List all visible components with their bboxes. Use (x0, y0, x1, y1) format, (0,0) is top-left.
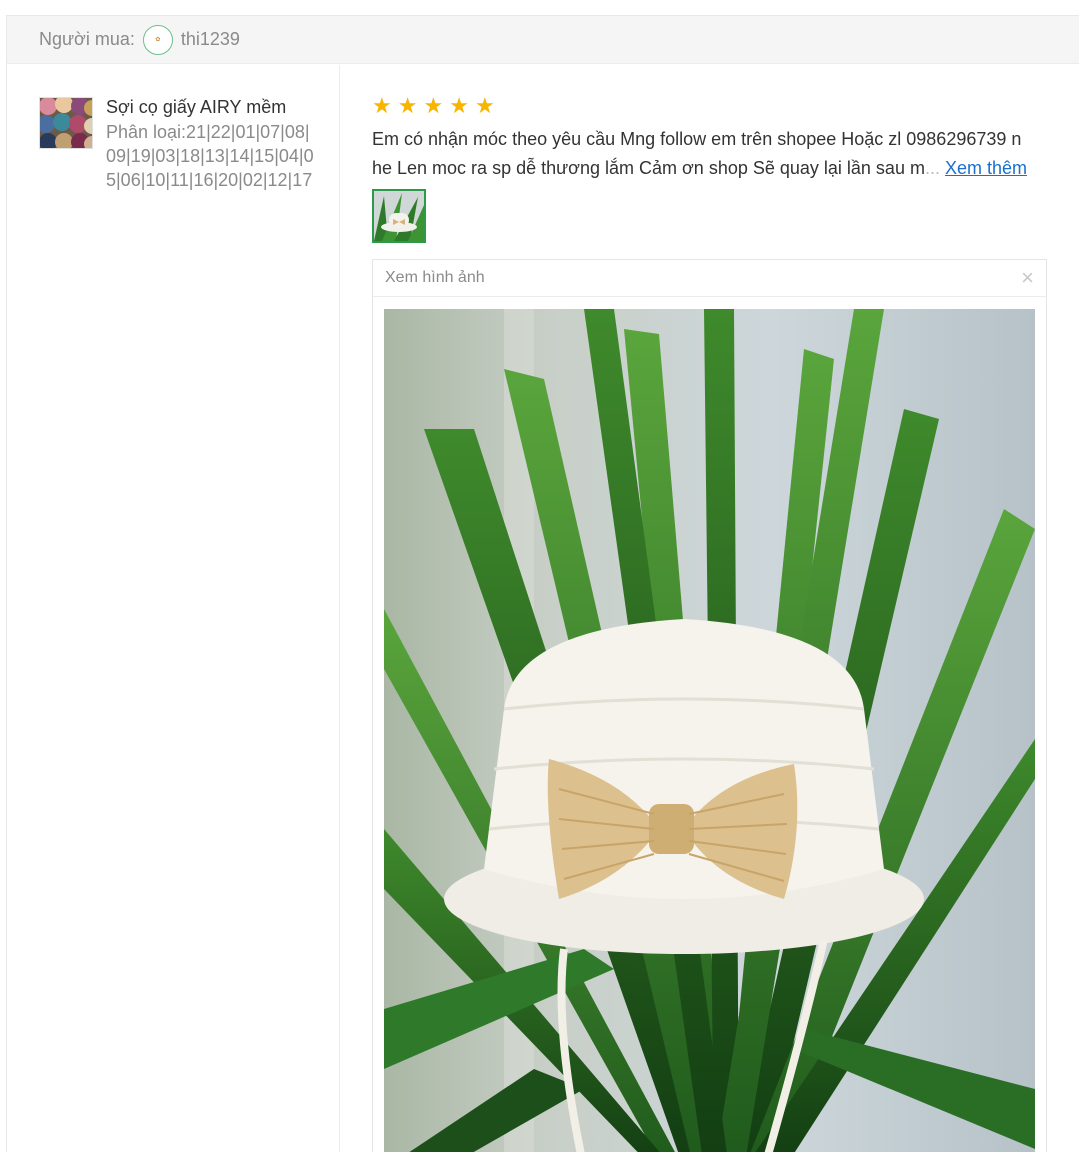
review-image-large (384, 309, 1035, 1152)
review-text: Em có nhận móc theo yêu cầu Mng follow e… (372, 125, 1048, 183)
review-line-2-wrap: he Len moc ra sp dễ thương lắm Cảm ơn sh… (372, 154, 1048, 183)
image-viewer-header: Xem hình ảnh × (373, 260, 1046, 297)
star-icon: ★ (449, 93, 469, 118)
buyer-label: Người mua: (39, 29, 135, 49)
hat-photo-icon (384, 309, 1035, 1152)
product-column: Sợi cọ giấy AIRY mềm Phân loại:21|22|01|… (7, 65, 340, 1152)
review-header: Người mua: ✿ thi1239 (7, 16, 1079, 64)
star-icon: ★ (474, 93, 495, 118)
review-line-2: he Len moc ra sp dễ thương lắm Cảm ơn sh… (372, 158, 925, 178)
close-icon[interactable]: × (1021, 267, 1034, 289)
star-icon: ★ (397, 93, 418, 118)
avatar-logo-icon: ✿ (155, 36, 161, 43)
star-icon: ★ (372, 93, 392, 118)
product-title[interactable]: Sợi cọ giấy AIRY mềm (106, 97, 326, 118)
product-thumbnail[interactable] (39, 97, 93, 149)
star-icon: ★ (423, 93, 444, 118)
buyer-username[interactable]: thi1239 (181, 29, 240, 50)
review-line-1: Em có nhận móc theo yêu cầu Mng follow e… (372, 129, 1022, 149)
review-card: Người mua: ✿ thi1239 Sợi cọ giấy AIRY mề (6, 15, 1079, 1152)
image-viewer: Xem hình ảnh × (372, 259, 1047, 1152)
see-more-link[interactable]: Xem thêm (945, 154, 1027, 183)
yarn-image-icon (40, 98, 92, 148)
product-variant: Phân loại:21|22|01|07|08|09|19|03|18|13|… (106, 122, 314, 190)
review-ellipsis: ... (924, 158, 940, 178)
review-column: ★ ★ ★ ★ ★ Em có nhận móc theo yêu cầu Mn… (341, 65, 1079, 1152)
image-viewer-title: Xem hình ảnh (385, 269, 485, 286)
hat-image-icon (374, 191, 424, 241)
rating-stars: ★ ★ ★ ★ ★ (372, 95, 495, 117)
buyer-avatar[interactable]: ✿ (142, 24, 173, 55)
review-image-thumbnail[interactable] (372, 189, 426, 243)
